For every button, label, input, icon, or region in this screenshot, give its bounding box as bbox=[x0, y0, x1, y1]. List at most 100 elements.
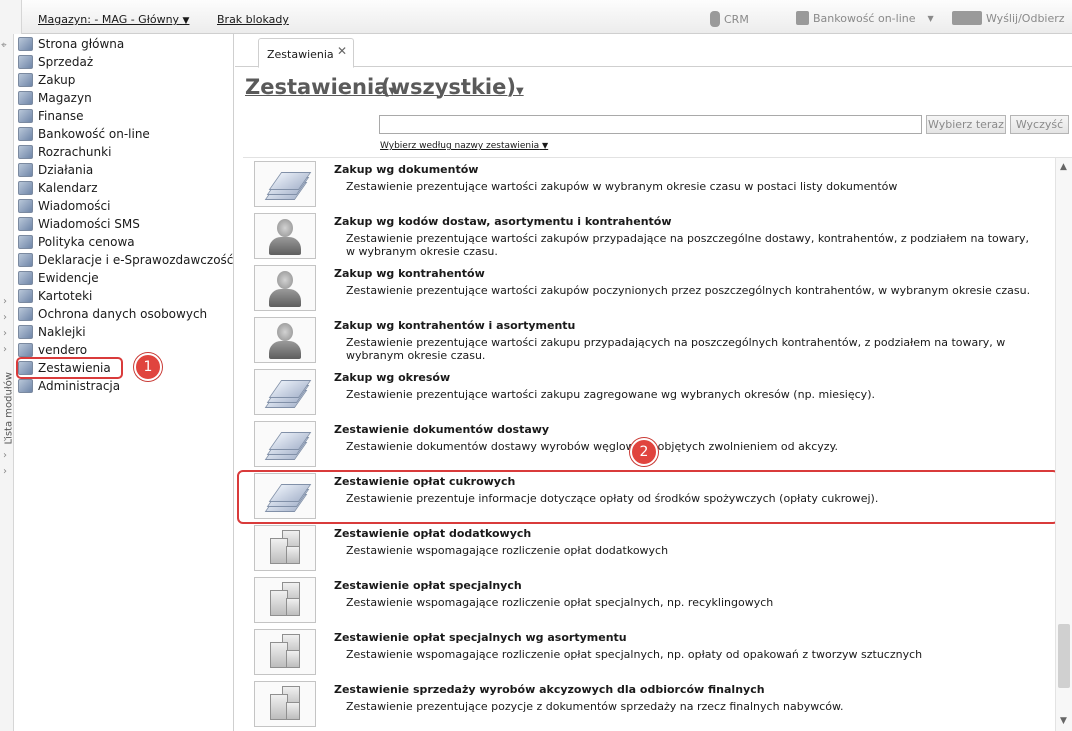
report-description: Zestawienie wspomagające rozliczenie opł… bbox=[346, 648, 923, 661]
list-item[interactable]: Zestawienie opłat dodatkowych Zestawieni… bbox=[243, 522, 1053, 574]
chevron-right-icon[interactable]: › bbox=[3, 466, 7, 477]
chevron-right-icon[interactable]: › bbox=[3, 450, 7, 461]
chevron-right-icon[interactable]: › bbox=[3, 434, 7, 445]
sidebar-item-sprzedaz[interactable]: Sprzedaż bbox=[18, 53, 93, 71]
close-icon[interactable]: ✕ bbox=[337, 44, 347, 58]
sidebar-item-wiadomosci-sms[interactable]: Wiadomości SMS bbox=[18, 215, 140, 233]
chevron-down-icon: ▼ bbox=[927, 13, 934, 23]
report-title: Zakup wg kontrahentów i asortymentu bbox=[334, 319, 576, 332]
reports-icon bbox=[18, 361, 33, 375]
filter-selector[interactable]: (wszystkie)▼ bbox=[381, 75, 524, 99]
sidebar-item-dzialania[interactable]: Działania bbox=[18, 161, 93, 179]
crm-icon bbox=[710, 11, 720, 27]
report-title: Zestawienie dokumentów dostawy bbox=[334, 423, 550, 436]
report-description: Zestawienie dokumentów dostawy wyrobów w… bbox=[346, 440, 839, 453]
report-description: Zestawienie prezentujące wartości zakupó… bbox=[346, 180, 898, 193]
tab-label: Zestawienia bbox=[267, 48, 334, 61]
lock-status-link[interactable]: Brak blokady bbox=[217, 13, 289, 26]
crm-button[interactable]: CRM bbox=[710, 11, 749, 27]
list-item[interactable]: Zakup wg dokumentów Zestawienie prezentu… bbox=[243, 158, 1053, 210]
scroll-down-icon[interactable]: ▼ bbox=[1060, 716, 1067, 726]
tab-zestawienia[interactable]: Zestawienia ✕ bbox=[258, 38, 354, 68]
home-icon bbox=[18, 37, 33, 51]
send-receive-label: Wyślij/Odbierz bbox=[986, 11, 1065, 25]
messages-icon bbox=[18, 199, 33, 213]
list-item[interactable]: Zestawienie opłat specjalnych wg asortym… bbox=[243, 626, 1053, 678]
clear-button[interactable]: Wyczyść bbox=[1010, 115, 1069, 134]
sort-selector[interactable]: Wybierz według nazwy zestawienia ▼ bbox=[380, 141, 548, 151]
actions-icon bbox=[18, 163, 33, 177]
pin-icon[interactable]: ⌖ bbox=[1, 40, 7, 51]
sidebar-item-bankowosc[interactable]: Bankowość on-line bbox=[18, 125, 150, 143]
sidebar-item-vendero[interactable]: vendero bbox=[18, 341, 87, 359]
bank-icon bbox=[18, 127, 33, 141]
sidebar-item-label: Deklaracje i e-Sprawozdawczość bbox=[38, 253, 234, 267]
sidebar-item-rozrachunki[interactable]: Rozrachunki bbox=[18, 143, 111, 161]
sidebar-item-ewidencje[interactable]: Ewidencje bbox=[18, 269, 99, 287]
scrollbar-thumb[interactable] bbox=[1058, 624, 1070, 688]
list-item[interactable]: Zestawienie opłat specjalnych Zestawieni… bbox=[243, 574, 1053, 626]
search-input[interactable] bbox=[379, 115, 922, 134]
module-list-strip[interactable]: ⌖ › › › › Lista modułów › › › bbox=[0, 34, 15, 731]
sidebar-item-naklejki[interactable]: Naklejki bbox=[18, 323, 86, 341]
finance-icon bbox=[18, 109, 33, 123]
list-item[interactable]: Zakup wg kodów dostaw, asortymentu i kon… bbox=[243, 210, 1053, 262]
chevron-right-icon[interactable]: › bbox=[3, 296, 7, 307]
list-scrollbar[interactable]: ▲ ▼ bbox=[1055, 158, 1072, 731]
person-icon bbox=[254, 317, 316, 363]
list-item[interactable]: Zakup wg kontrahentów i asortymentu Zest… bbox=[243, 314, 1053, 366]
filter-title: (wszystkie) bbox=[381, 75, 516, 99]
magazine-selector[interactable]: Magazyn: - MAG - Główny ▼ bbox=[38, 13, 189, 26]
report-title: Zakup wg dokumentów bbox=[334, 163, 479, 176]
sidebar-item-strona-glowna[interactable]: Strona główna bbox=[18, 35, 124, 53]
chevron-right-icon[interactable]: › bbox=[3, 328, 7, 339]
top-toolbar: Magazyn: - MAG - Główny ▼ Brak blokady C… bbox=[0, 0, 1072, 34]
scroll-up-icon[interactable]: ▲ bbox=[1060, 162, 1067, 172]
sidebar-item-label: Zakup bbox=[38, 73, 76, 87]
sidebar-item-label: Polityka cenowa bbox=[38, 235, 135, 249]
sidebar-item-label: Bankowość on-line bbox=[38, 127, 150, 141]
bank-icon bbox=[796, 11, 809, 25]
list-item[interactable]: Zestawienie sprzedaży wyrobów akcyzowych… bbox=[243, 678, 1053, 730]
sidebar-item-label: Sprzedaż bbox=[38, 55, 94, 69]
list-item[interactable]: Zakup wg okresów Zestawienie prezentując… bbox=[243, 366, 1053, 418]
sidebar-item-zakup[interactable]: Zakup bbox=[18, 71, 75, 89]
report-description: Zestawienie prezentujące wartości zakupu… bbox=[346, 336, 1006, 362]
view-selector[interactable]: Zestawienia▼ bbox=[245, 75, 396, 99]
bank-button[interactable]: Bankowość on-line ▼ bbox=[796, 11, 934, 25]
report-description: Zestawienie wspomagające rozliczenie opł… bbox=[346, 596, 774, 609]
report-description: Zestawienie wspomagające rozliczenie opł… bbox=[346, 544, 669, 557]
list-item[interactable]: Zakup wg kontrahentów Zestawienie prezen… bbox=[243, 262, 1053, 314]
send-receive-button[interactable]: Wyślij/Odbierz bbox=[952, 11, 1065, 25]
chevron-right-icon[interactable]: › bbox=[3, 312, 7, 323]
sidebar-item-label: Ochrona danych osobowych bbox=[38, 307, 208, 321]
chevron-right-icon[interactable]: › bbox=[3, 344, 7, 355]
page-title: Zestawienia bbox=[245, 75, 389, 99]
sidebar-item-magazyn[interactable]: Magazyn bbox=[18, 89, 92, 107]
sidebar-item-label: Działania bbox=[38, 163, 94, 177]
chevron-down-icon: ▼ bbox=[515, 86, 524, 97]
main-panel: Zestawienia ✕ Zestawienia▼ (wszystkie)▼ … bbox=[235, 34, 1072, 731]
chevron-down-icon: ▼ bbox=[542, 141, 549, 150]
toolbar-corner bbox=[0, 0, 22, 34]
chevron-down-icon: ▼ bbox=[182, 16, 190, 26]
sidebar-item-zestawienia[interactable]: Zestawienia bbox=[16, 357, 123, 379]
sidebar-item-label: Finanse bbox=[38, 109, 84, 123]
sidebar-item-polityka-cenowa[interactable]: Polityka cenowa bbox=[18, 233, 135, 251]
sidebar-item-deklaracje[interactable]: Deklaracje i e-Sprawozdawczość bbox=[18, 251, 233, 269]
sidebar-item-finanse[interactable]: Finanse bbox=[18, 107, 84, 125]
tab-strip: Zestawienia ✕ bbox=[235, 34, 1072, 68]
sidebar-item-wiadomosci[interactable]: Wiadomości bbox=[18, 197, 110, 215]
sidebar-item-kalendarz[interactable]: Kalendarz bbox=[18, 179, 98, 197]
sidebar-item-kartoteki[interactable]: Kartoteki bbox=[18, 287, 92, 305]
report-description: Zestawienie prezentujące wartości zakupó… bbox=[346, 232, 1030, 258]
choose-now-button[interactable]: Wybierz teraz bbox=[926, 115, 1006, 134]
sidebar-item-label: vendero bbox=[38, 343, 88, 357]
sidebar-item-label: Ewidencje bbox=[38, 271, 99, 285]
sidebar-item-administracja[interactable]: Administracja bbox=[18, 377, 120, 395]
sidebar-item-ochrona-danych[interactable]: Ochrona danych osobowych bbox=[18, 305, 207, 323]
boxes-icon bbox=[254, 681, 316, 727]
annotation-badge-2: 2 bbox=[630, 438, 658, 466]
warehouse-icon bbox=[18, 91, 33, 105]
sheets-icon bbox=[254, 369, 316, 415]
